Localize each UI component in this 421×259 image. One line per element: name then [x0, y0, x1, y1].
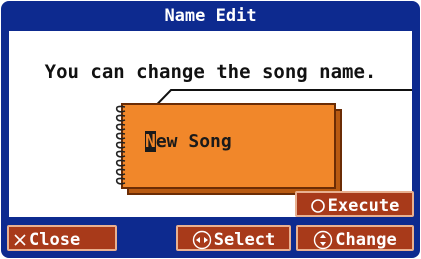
song-name-notebook[interactable]: New Song	[121, 103, 336, 189]
up-down-arrows-icon	[314, 230, 333, 250]
select-label: Select	[213, 230, 276, 250]
song-name-field[interactable]: New Song	[145, 131, 232, 152]
dialog-title: Name Edit	[164, 6, 257, 26]
execute-button[interactable]: Execute	[295, 191, 414, 217]
select-button[interactable]: Select	[176, 225, 291, 251]
close-label: Close	[29, 230, 81, 250]
left-right-arrows-icon	[192, 230, 211, 250]
lcd-screen: Name Edit You can change the song name. …	[1, 1, 420, 258]
circle-icon	[310, 199, 325, 213]
text-cursor: N	[145, 131, 156, 152]
change-button[interactable]: Change	[296, 225, 414, 251]
x-icon	[14, 234, 26, 246]
dialog-panel: You can change the song name. New Song	[9, 31, 412, 217]
change-label: Change	[335, 230, 397, 250]
song-name-text: ew Song	[155, 131, 232, 152]
spiral-binding-icon	[115, 105, 126, 185]
close-button[interactable]: Close	[7, 225, 117, 251]
execute-label: Execute	[327, 196, 400, 216]
